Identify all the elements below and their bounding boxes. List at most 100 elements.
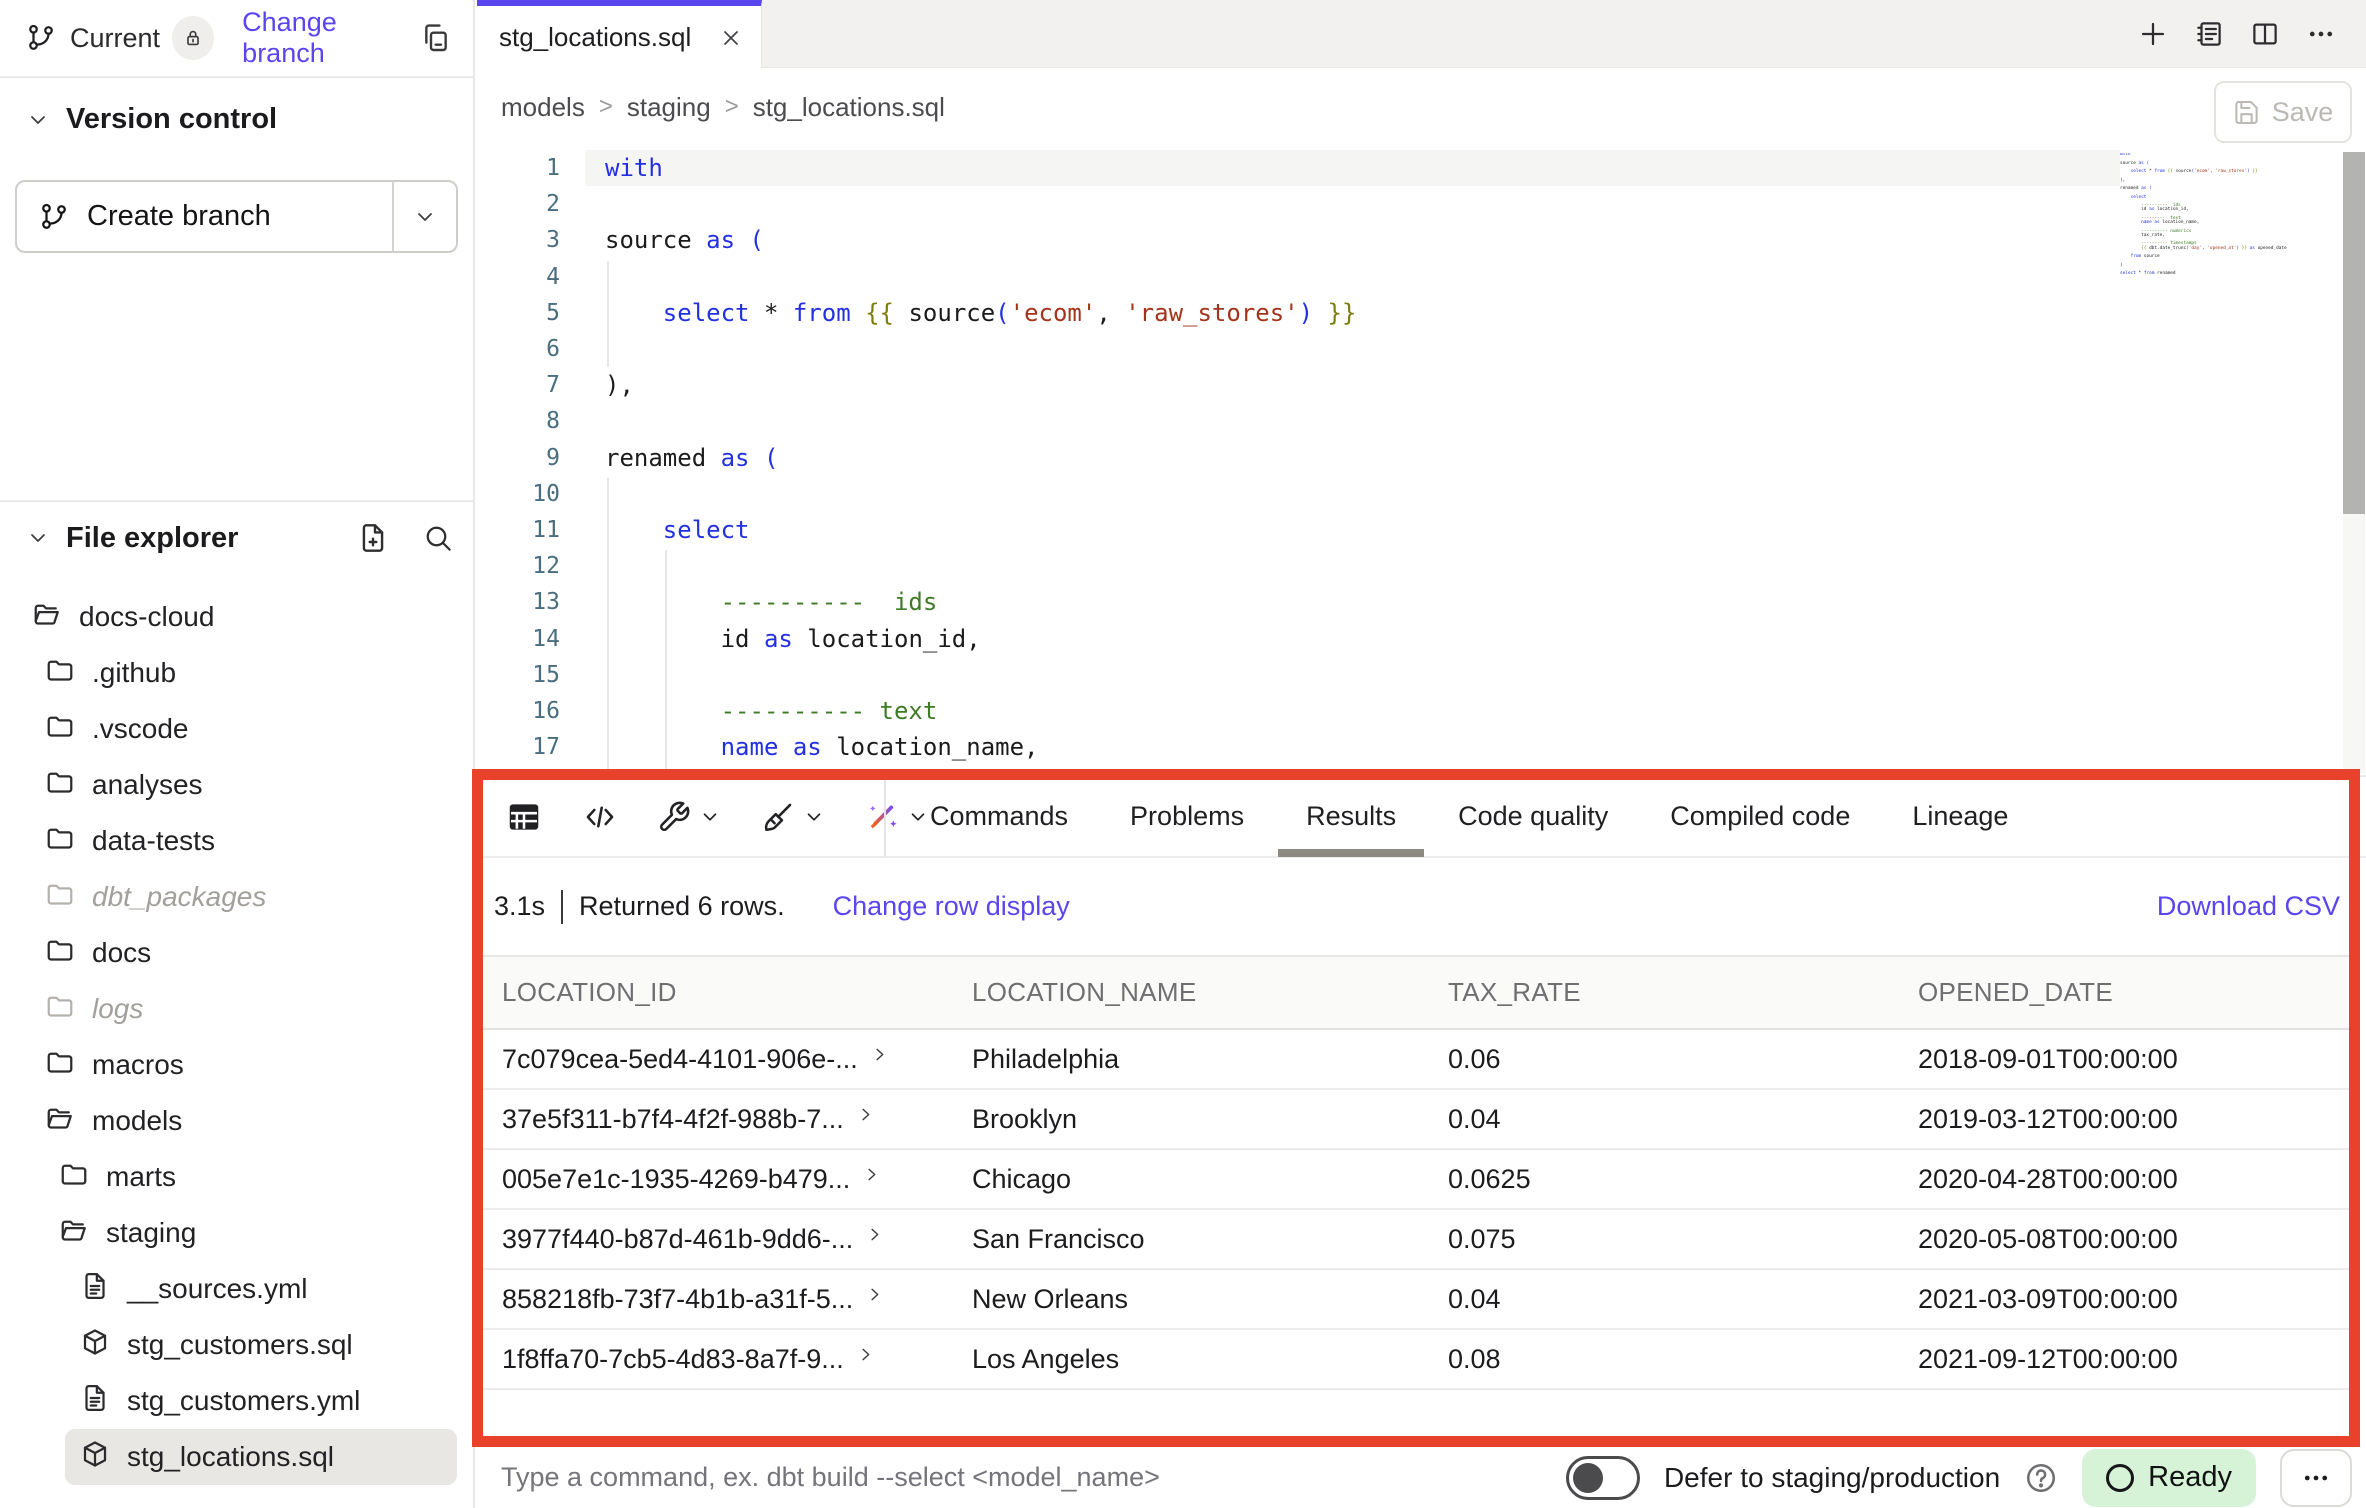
change-branch-link[interactable]: Change branch [242, 7, 419, 69]
tree-item-stg-customers-sql[interactable]: stg_customers.sql [0, 1317, 473, 1373]
broom-button[interactable] [761, 800, 825, 834]
breadcrumb-item[interactable]: staging [627, 92, 711, 123]
expand-cell-icon[interactable] [865, 1225, 884, 1244]
tree-item-data-tests[interactable]: data-tests [0, 813, 473, 869]
panel-tab-compiled-code[interactable]: Compiled code [1670, 776, 1850, 857]
tree-item-stg-locations-sql[interactable]: stg_locations.sql [65, 1429, 457, 1485]
code-line-18[interactable]: 18 [477, 765, 2366, 775]
table-row[interactable]: 37e5f311-b7f4-4f2f-988b-7... Brooklyn 0.… [477, 1090, 2360, 1150]
change-row-display-link[interactable]: Change row display [833, 891, 1070, 922]
close-icon[interactable] [719, 26, 743, 50]
expand-cell-icon[interactable] [865, 1285, 884, 1304]
panel-tab-lineage[interactable]: Lineage [1912, 776, 2008, 857]
tree-item-models[interactable]: models [0, 1093, 473, 1149]
code-line-13[interactable]: 13 ---------- ids [477, 584, 2366, 620]
tree-item-staging[interactable]: staging [0, 1205, 473, 1261]
new-file-icon[interactable] [357, 522, 389, 554]
code-editor[interactable]: 1with2 3source as (4 5 select * from {{ … [477, 150, 2366, 775]
ready-status-badge[interactable]: Ready [2082, 1449, 2256, 1507]
tree-item--vscode[interactable]: .vscode [0, 701, 473, 757]
code-line-6[interactable]: 6 [477, 331, 2366, 367]
create-branch-button[interactable]: Create branch [15, 180, 458, 253]
panel-tab-code-quality[interactable]: Code quality [1458, 776, 1608, 857]
line-number: 5 [477, 300, 560, 326]
code-line-17[interactable]: 17 name as location_name, [477, 729, 2366, 765]
tab-stg-locations[interactable]: stg_locations.sql [477, 0, 762, 69]
table-row[interactable]: 1f8ffa70-7cb5-4d83-8a7f-9... Los Angeles… [477, 1330, 2360, 1390]
lock-icon [182, 27, 204, 49]
code-line-10[interactable]: 10 [477, 476, 2366, 512]
results-info-row: 3.1s Returned 6 rows. Change row display… [477, 858, 2366, 955]
ellipsis-icon[interactable] [2306, 19, 2336, 49]
code-line-5[interactable]: 5 select * from {{ source('ecom', 'raw_s… [477, 295, 2366, 331]
plus-icon[interactable] [2138, 19, 2168, 49]
scrollbar-thumb[interactable] [2343, 152, 2365, 514]
current-branch-label: Current [70, 23, 160, 54]
expand-cell-icon[interactable] [856, 1345, 875, 1364]
tree-item--sources-yml[interactable]: __sources.yml [0, 1261, 473, 1317]
table-row[interactable]: 005e7e1c-1935-4269-b479... Chicago 0.062… [477, 1150, 2360, 1210]
editor-scrollbar[interactable] [2343, 152, 2365, 773]
column-header-location_id[interactable]: LOCATION_ID [502, 977, 972, 1008]
defer-toggle[interactable] [1566, 1456, 1640, 1500]
code-line-11[interactable]: 11 select [477, 512, 2366, 548]
code-button[interactable] [583, 800, 617, 834]
copy-icon[interactable] [419, 22, 451, 54]
file-tree: docs-cloud .github.vscodeanalysesdata-tes… [0, 589, 473, 1485]
code-lines: 1with2 3source as (4 5 select * from {{ … [477, 150, 2366, 775]
tree-item-label: docs-cloud [79, 601, 214, 633]
more-options-button[interactable] [2280, 1449, 2352, 1507]
help-icon[interactable] [2024, 1461, 2058, 1495]
code-line-1[interactable]: 1with [477, 150, 2366, 186]
breadcrumb-item[interactable]: stg_locations.sql [753, 92, 945, 123]
breadcrumb-item[interactable]: models [501, 92, 585, 123]
command-input[interactable]: Type a command, ex. dbt build --select <… [501, 1462, 1566, 1493]
expand-cell-icon[interactable] [870, 1045, 889, 1064]
column-header-location_name[interactable]: LOCATION_NAME [972, 977, 1448, 1008]
tree-item--github[interactable]: .github [0, 645, 473, 701]
tree-item-macros[interactable]: macros [0, 1037, 473, 1093]
panel-tab-commands[interactable]: Commands [930, 776, 1068, 857]
notebook-icon[interactable] [2194, 19, 2224, 49]
create-branch-dropdown[interactable] [392, 182, 456, 251]
panel-tab-results[interactable]: Results [1306, 776, 1396, 857]
expand-cell-icon[interactable] [856, 1105, 875, 1124]
table-grid-button[interactable] [505, 798, 543, 836]
table-row[interactable]: 858218fb-73f7-4b1b-a31f-5... New Orleans… [477, 1270, 2360, 1330]
code-line-7[interactable]: 7), [477, 367, 2366, 403]
tree-item-analyses[interactable]: analyses [0, 757, 473, 813]
code-line-16[interactable]: 16 ---------- text [477, 693, 2366, 729]
save-button[interactable]: Save [2214, 81, 2352, 143]
panel-tab-problems[interactable]: Problems [1130, 776, 1244, 857]
tree-item-docs-cloud[interactable]: docs-cloud [0, 589, 473, 645]
tree-item-docs[interactable]: docs [0, 925, 473, 981]
wrench-button[interactable] [657, 800, 721, 834]
download-csv-link[interactable]: Download CSV [2157, 891, 2340, 922]
code-line-2[interactable]: 2 [477, 186, 2366, 222]
folder-icon [45, 823, 75, 853]
expand-cell-icon[interactable] [862, 1165, 881, 1184]
code-line-4[interactable]: 4 [477, 259, 2366, 295]
table-row[interactable]: 3977f440-b87d-461b-9dd6-... San Francisc… [477, 1210, 2360, 1270]
tree-item-marts[interactable]: marts [0, 1149, 473, 1205]
tree-item-label: staging [106, 1217, 196, 1249]
code-line-14[interactable]: 14 id as location_id, [477, 620, 2366, 656]
split-view-icon[interactable] [2250, 19, 2280, 49]
code-line-9[interactable]: 9renamed as ( [477, 440, 2366, 476]
tree-item-stg-customers-yml[interactable]: stg_customers.yml [0, 1373, 473, 1429]
table-row[interactable]: 7c079cea-5ed4-4101-906e-... Philadelphia… [477, 1030, 2360, 1090]
column-header-tax_rate[interactable]: TAX_RATE [1448, 977, 1918, 1008]
tree-item-logs[interactable]: logs [0, 981, 473, 1037]
tree-item-dbt-packages[interactable]: dbt_packages [0, 869, 473, 925]
minimap[interactable]: with source as ( select * from {{ source… [2120, 153, 2345, 413]
code-line-12[interactable]: 12 [477, 548, 2366, 584]
file-explorer-header[interactable]: File explorer [26, 520, 453, 556]
code-line-15[interactable]: 15 [477, 657, 2366, 693]
code-line-8[interactable]: 8 [477, 403, 2366, 439]
cell-opened-date: 2021-03-09T00:00:00 [1918, 1284, 2360, 1315]
search-icon[interactable] [423, 523, 453, 553]
column-header-opened_date[interactable]: OPENED_DATE [1918, 977, 2360, 1008]
version-control-header[interactable]: Version control [26, 103, 277, 136]
folder-icon [45, 1047, 75, 1077]
code-line-3[interactable]: 3source as ( [477, 222, 2366, 258]
